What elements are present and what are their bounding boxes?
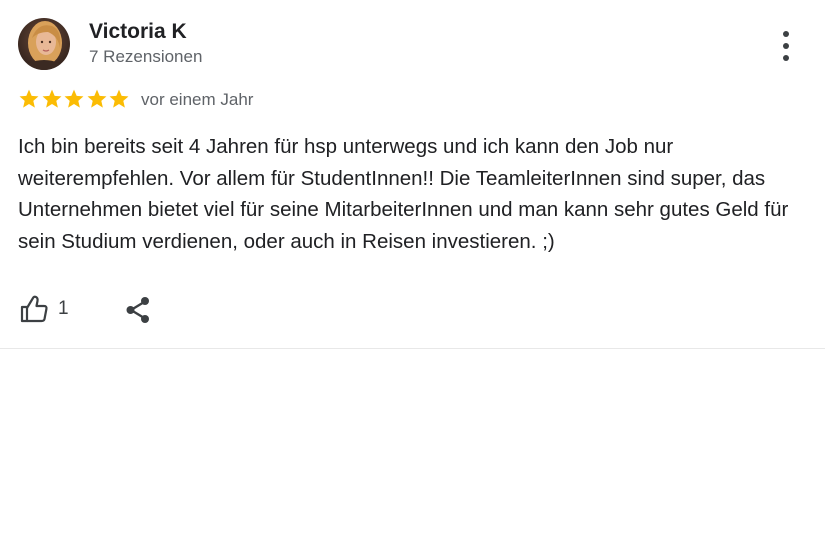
star-icon [64,89,84,108]
review-date: vor einem Jahr [141,90,254,109]
star-icon [19,89,39,108]
avatar[interactable] [18,18,70,70]
author-name[interactable]: Victoria K [89,19,187,45]
like-count: 1 [58,298,69,319]
star-icon [109,89,129,108]
review-text: Ich bin bereits seit 4 Jahren für hsp un… [18,135,789,253]
avatar-photo [18,18,70,70]
thumb-up-icon [20,295,48,323]
review-card: Victoria K 7 Rezensionen vor einem Jahr … [0,0,825,349]
star-icon [87,89,106,108]
star-icon [42,89,61,108]
like-button[interactable]: 1 [18,292,69,326]
more-vert-icon [783,31,789,37]
author-review-count[interactable]: 7 Rezensionen [89,47,202,67]
share-button[interactable] [122,294,154,326]
star-rating [18,88,131,112]
share-icon [126,297,149,323]
more-options-button[interactable] [772,28,800,64]
